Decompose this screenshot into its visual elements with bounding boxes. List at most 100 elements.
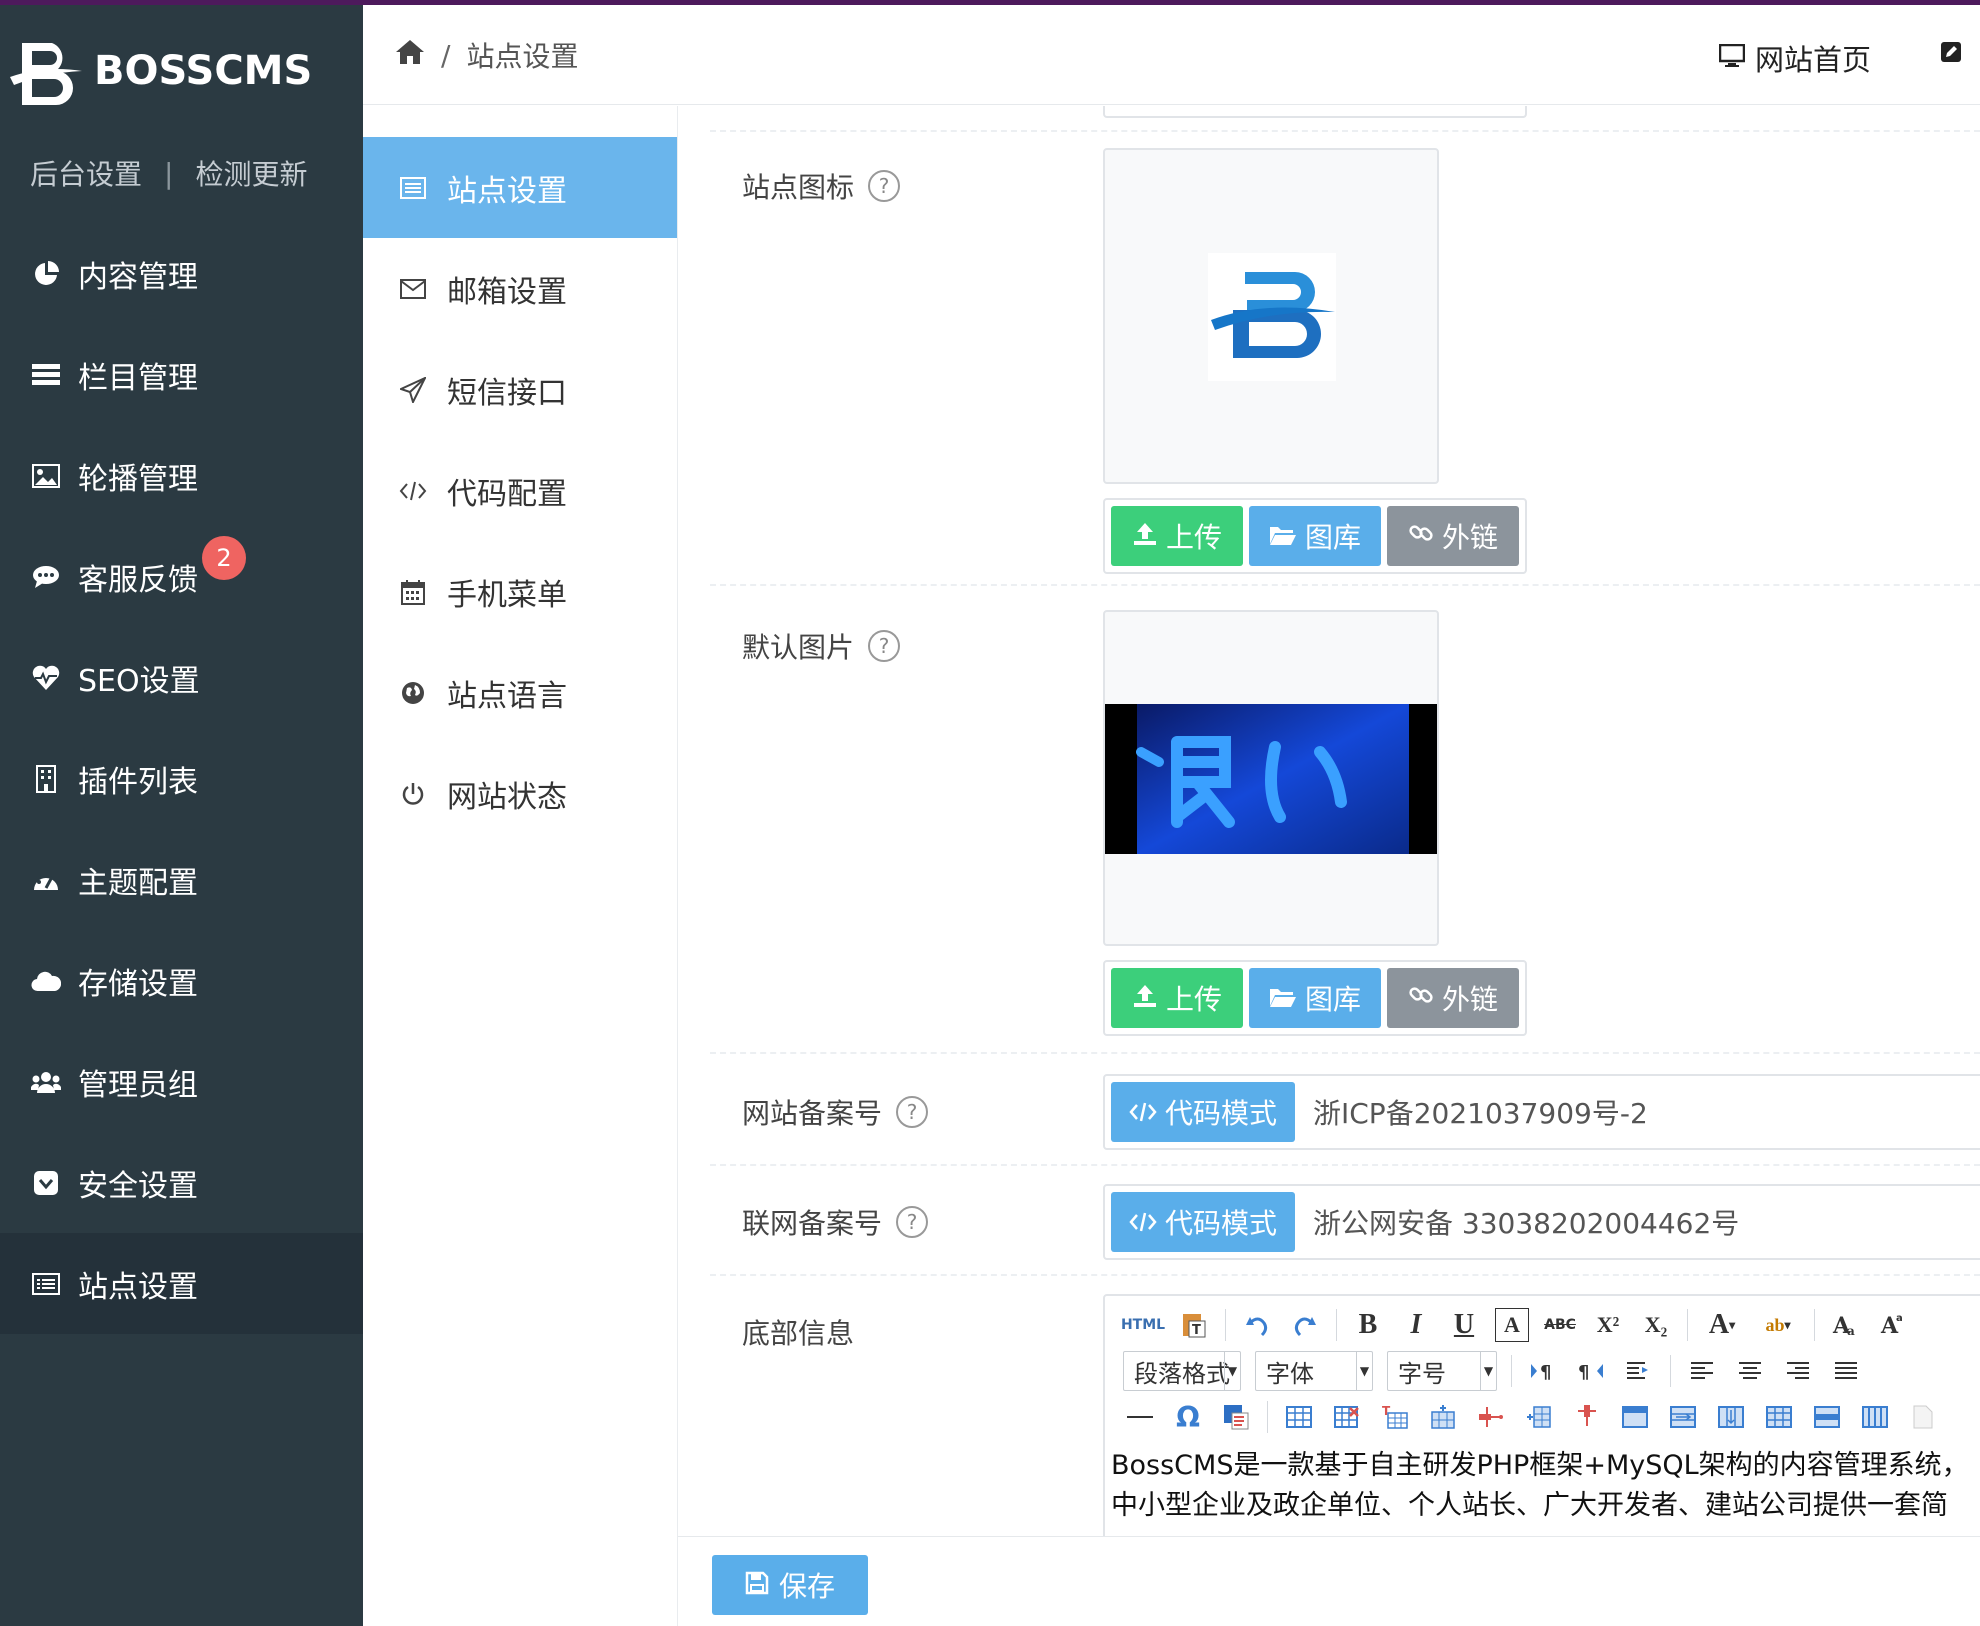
external-link-button[interactable]: 外链	[1387, 506, 1519, 566]
font-family-select[interactable]: 字体 ▼	[1255, 1351, 1373, 1391]
paste-text-icon[interactable]: T	[1177, 1308, 1211, 1342]
site-home-link[interactable]: 网站首页	[1718, 37, 1871, 79]
superscript-icon[interactable]: X²	[1591, 1308, 1625, 1342]
help-icon[interactable]: ?	[896, 1096, 929, 1128]
home-icon[interactable]	[395, 39, 425, 72]
edit-icon[interactable]	[1940, 41, 1962, 67]
font-border-icon[interactable]: A	[1495, 1308, 1529, 1342]
save-icon	[745, 1569, 769, 1602]
backend-settings-link[interactable]: 后台设置	[30, 153, 142, 193]
rtl-direction-icon[interactable]: ¶	[1574, 1354, 1608, 1388]
sidebar-item-content[interactable]: 内容管理	[0, 223, 363, 324]
submenu-language[interactable]: 站点语言	[363, 642, 677, 743]
undo-icon[interactable]	[1240, 1308, 1274, 1342]
horizontal-rule-icon[interactable]	[1123, 1400, 1157, 1434]
submenu-code[interactable]: 代码配置	[363, 440, 677, 541]
align-center-icon[interactable]	[1733, 1354, 1767, 1388]
sidebar-item-carousel[interactable]: 轮播管理	[0, 425, 363, 526]
split-to-rows-icon[interactable]	[1810, 1400, 1844, 1434]
police-record-input[interactable]: 浙公网安备 33038202004462号	[1313, 1202, 1739, 1242]
sidebar-item-label: 主题配置	[78, 865, 198, 901]
sidebar-item-columns[interactable]: 栏目管理	[0, 324, 363, 425]
submenu-email[interactable]: 邮箱设置	[363, 238, 677, 339]
field-label-text: 联网备案号	[742, 1207, 883, 1240]
sidebar-item-security[interactable]: 安全设置	[0, 1132, 363, 1233]
users-icon	[30, 1066, 62, 1098]
insert-table-icon[interactable]	[1282, 1400, 1316, 1434]
font-size-increase-icon[interactable]: Aa	[1829, 1308, 1863, 1342]
align-right-icon[interactable]	[1781, 1354, 1815, 1388]
gallery-button[interactable]: 图库	[1249, 506, 1381, 566]
help-icon[interactable]: ?	[868, 630, 901, 662]
submenu-label: 站点设置	[447, 173, 567, 209]
bold-icon[interactable]: B	[1351, 1308, 1385, 1342]
ltr-direction-icon[interactable]: ¶	[1526, 1354, 1560, 1388]
code-mode-button[interactable]: 代码模式	[1111, 1192, 1295, 1252]
save-button[interactable]: 保存	[712, 1555, 868, 1615]
special-char-icon[interactable]: Ω	[1171, 1400, 1205, 1434]
upload-button[interactable]: 上传	[1111, 506, 1243, 566]
insert-paragraph-before-table-icon[interactable]: T	[1378, 1400, 1412, 1434]
font-size-select[interactable]: 字号 ▼	[1387, 1351, 1497, 1391]
upload-icon	[1132, 982, 1158, 1015]
sidebar-item-seo[interactable]: SEO设置	[0, 627, 363, 728]
sidebar-top-links: 后台设置 | 检测更新	[30, 153, 307, 193]
logo[interactable]: BOSSCMS	[8, 33, 328, 108]
sidebar: BOSSCMS 后台设置 | 检测更新 内容管理 栏目管理 轮播管理 客服反馈 …	[0, 5, 363, 1626]
check-update-link[interactable]: 检测更新	[195, 153, 307, 193]
redo-icon[interactable]	[1288, 1308, 1322, 1342]
delete-table-icon[interactable]	[1330, 1400, 1364, 1434]
sidebar-item-plugins[interactable]: 插件列表	[0, 728, 363, 829]
upload-button[interactable]: 上传	[1111, 968, 1243, 1028]
sidebar-item-feedback[interactable]: 客服反馈 2	[0, 526, 363, 627]
help-icon[interactable]: ?	[896, 1206, 929, 1238]
word-import-icon[interactable]	[1219, 1400, 1253, 1434]
align-left-icon[interactable]	[1685, 1354, 1719, 1388]
more-tools-icon[interactable]	[1906, 1400, 1940, 1434]
submenu-sms[interactable]: 短信接口	[363, 339, 677, 440]
delete-row-icon[interactable]	[1474, 1400, 1508, 1434]
field-divider	[710, 130, 1980, 132]
envelope-icon	[397, 273, 429, 305]
submenu-site-settings[interactable]: 站点设置	[363, 137, 677, 238]
editor-content[interactable]: BossCMS是一款基于自主研发PHP框架+MySQL架构的内容管理系统， 中小…	[1111, 1446, 1969, 1526]
code-mode-button[interactable]: 代码模式	[1111, 1082, 1295, 1142]
indent-icon[interactable]	[1622, 1354, 1656, 1388]
paragraph-format-select[interactable]: 段落格式 ▼	[1123, 1351, 1241, 1391]
field-label-text: 底部信息	[742, 1317, 855, 1350]
insert-row-icon[interactable]	[1426, 1400, 1460, 1434]
split-cells-icon[interactable]	[1762, 1400, 1796, 1434]
sidebar-item-storage[interactable]: 存储设置	[0, 930, 363, 1031]
align-justify-icon[interactable]	[1829, 1354, 1863, 1388]
top-header: / 站点设置 网站首页	[363, 5, 1980, 105]
font-size-decrease-icon[interactable]: Aa	[1877, 1308, 1911, 1342]
toolbar-separator	[1814, 1309, 1815, 1341]
html-source-icon[interactable]: HTML	[1121, 1308, 1165, 1342]
font-color-icon[interactable]: A ▾	[1702, 1308, 1742, 1342]
submenu-mobile-menu[interactable]: 手机菜单	[363, 541, 677, 642]
submenu-site-status[interactable]: 网站状态	[363, 743, 677, 844]
underline-icon[interactable]: U	[1447, 1308, 1481, 1342]
italic-icon[interactable]: I	[1399, 1308, 1433, 1342]
sidebar-item-admin-group[interactable]: 管理员组	[0, 1031, 363, 1132]
merge-right-icon[interactable]	[1666, 1400, 1700, 1434]
merge-down-icon[interactable]	[1714, 1400, 1748, 1434]
icp-input[interactable]: 浙ICP备2021037909号-2	[1313, 1092, 1648, 1132]
external-link-button[interactable]: 外链	[1387, 968, 1519, 1028]
highlight-color-icon[interactable]: ab ▾	[1756, 1308, 1800, 1342]
sidebar-item-site-settings[interactable]: 站点设置	[0, 1233, 363, 1334]
code-mode-label: 代码模式	[1164, 1097, 1277, 1130]
split-to-cols-icon[interactable]	[1858, 1400, 1892, 1434]
help-icon[interactable]: ?	[868, 170, 901, 202]
sidebar-item-label: 存储设置	[78, 966, 198, 1002]
toolbar-separator	[1511, 1355, 1512, 1387]
gallery-label: 图库	[1304, 521, 1361, 554]
merge-cells-icon[interactable]	[1618, 1400, 1652, 1434]
delete-column-icon[interactable]	[1570, 1400, 1604, 1434]
toolbar-separator	[1687, 1309, 1688, 1341]
insert-column-icon[interactable]	[1522, 1400, 1556, 1434]
subscript-icon[interactable]: X₂	[1639, 1308, 1673, 1342]
strikethrough-icon[interactable]: ABC	[1543, 1308, 1577, 1342]
gallery-button[interactable]: 图库	[1249, 968, 1381, 1028]
sidebar-item-theme[interactable]: 主题配置	[0, 829, 363, 930]
